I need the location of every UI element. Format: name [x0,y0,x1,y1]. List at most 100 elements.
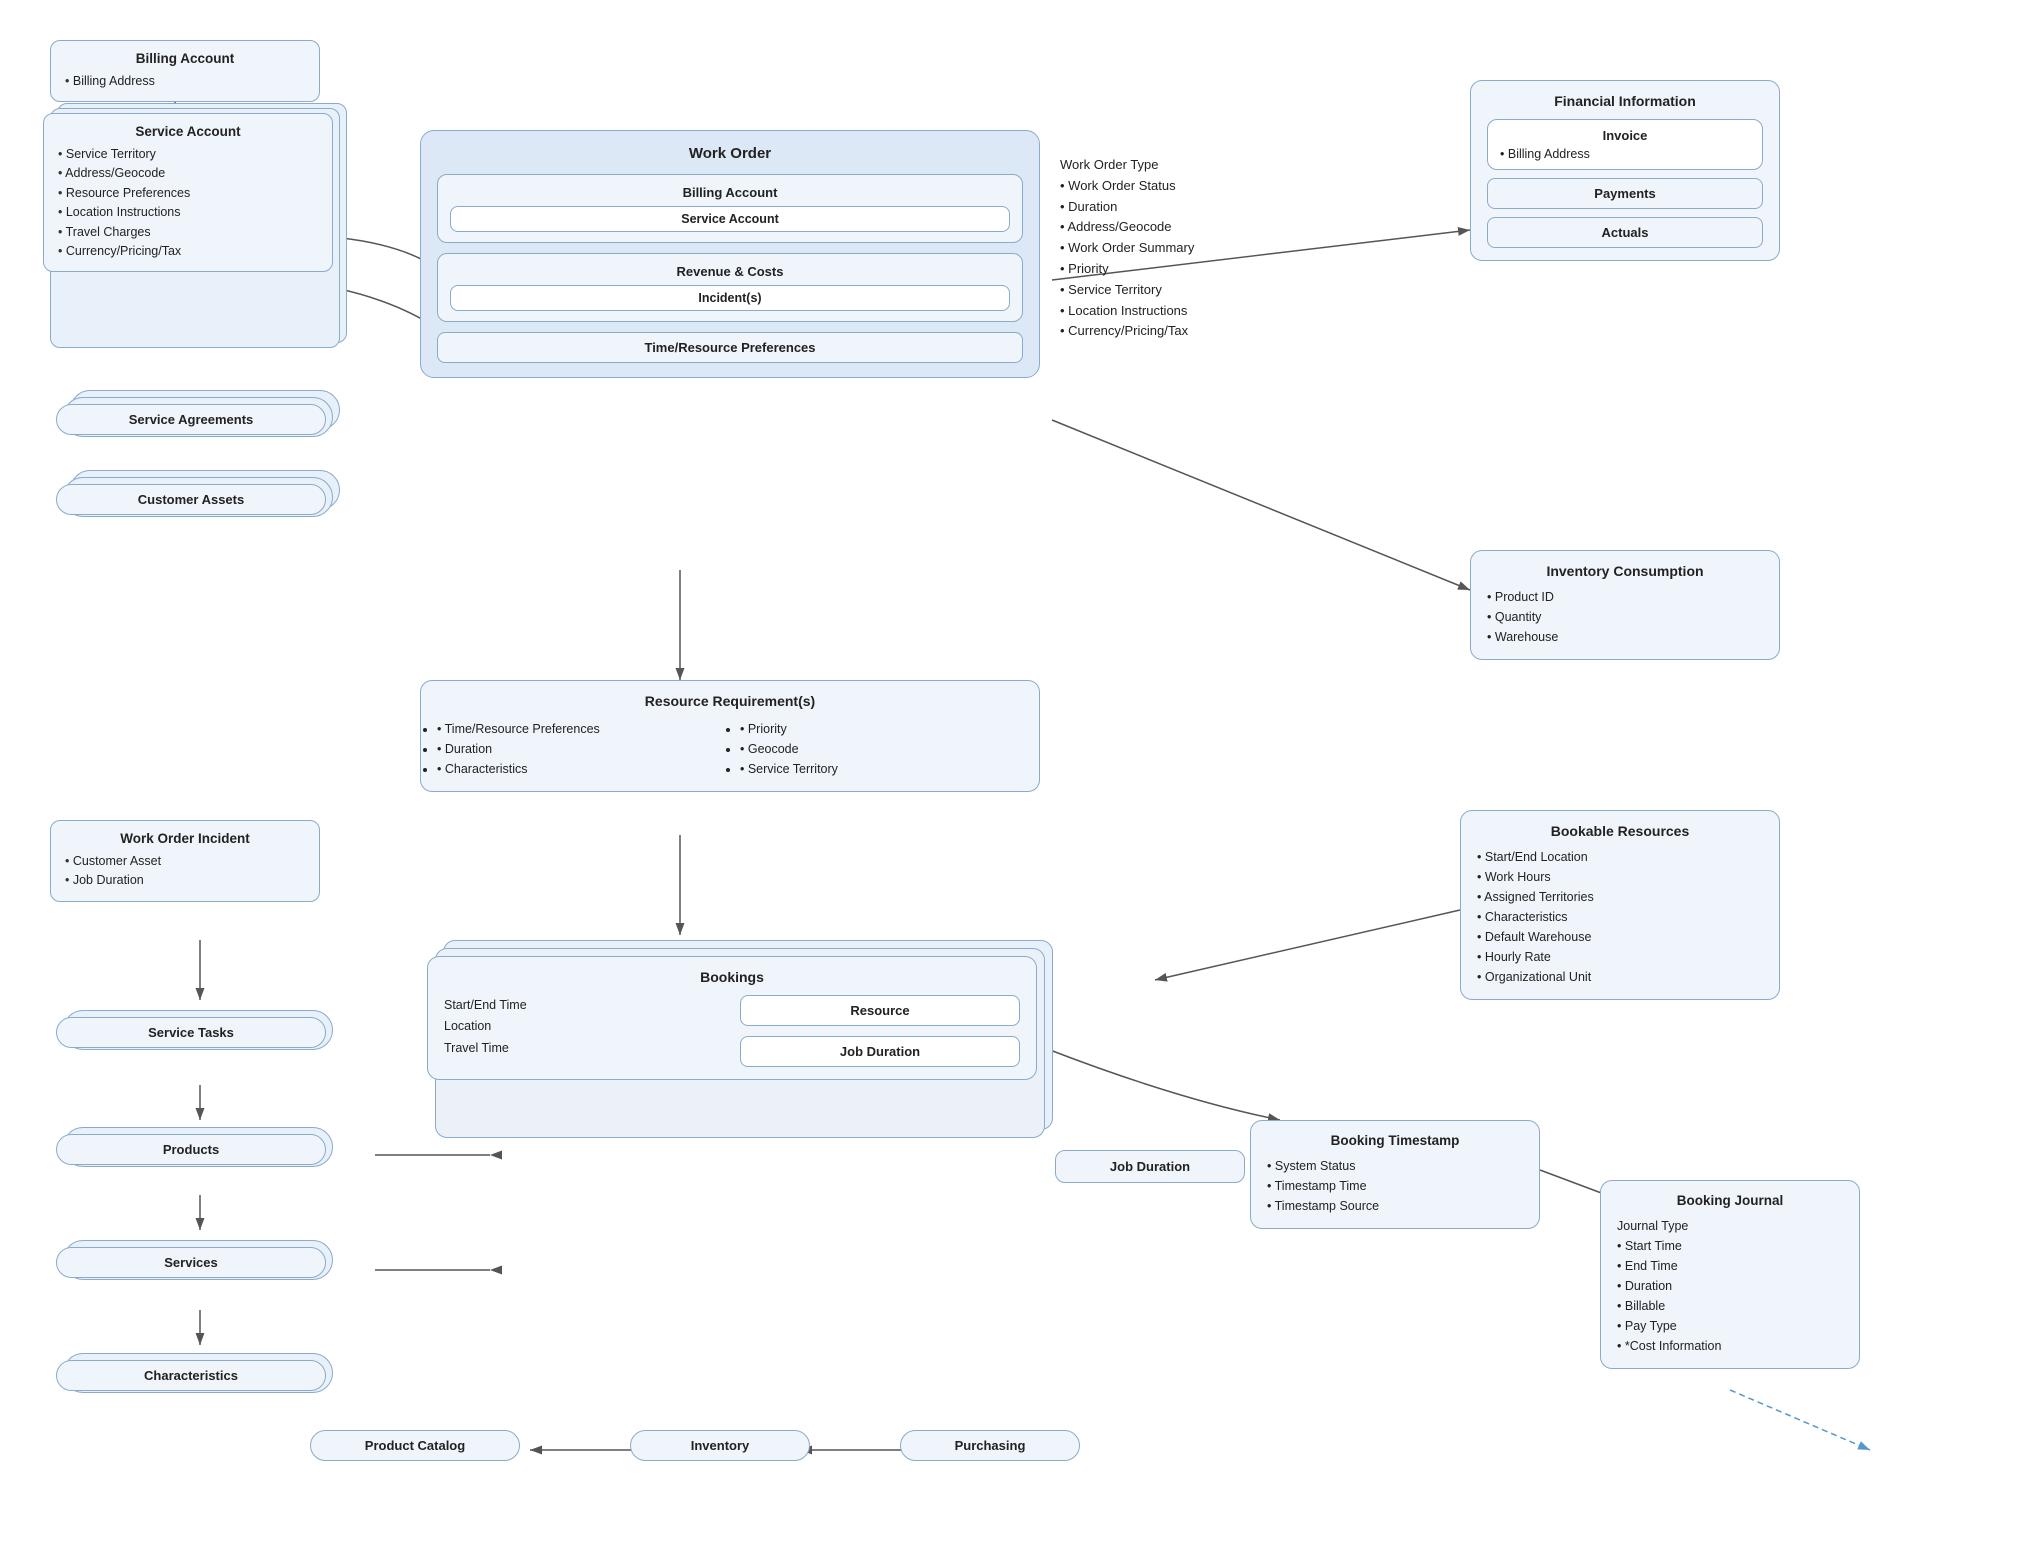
booking-timestamp-box: Booking Timestamp • System Status • Time… [1250,1120,1540,1229]
ic-item-1: • Quantity [1487,607,1763,627]
resource-requirements-box: Resource Requirement(s) • Time/Resource … [420,680,1040,792]
br-item-6: • Organizational Unit [1477,967,1763,987]
bookings-left-item-0: Start/End Time [444,995,724,1016]
inventory-consumption-box: Inventory Consumption • Product ID • Qua… [1470,550,1780,660]
rr-right-1: • Geocode [740,739,1023,759]
wo-attr-8: • Currency/Pricing/Tax [1060,321,1340,342]
rr-list-left: • Time/Resource Preferences • Duration •… [437,719,720,779]
booking-journal-title: Booking Journal [1617,1193,1843,1208]
service-tasks-pill: Service Tasks [56,1017,326,1048]
sa-item-2: Resource Preferences [58,184,318,203]
woi-item-1: Job Duration [65,871,305,890]
incidents-inner-label: Incident(s) [450,285,1010,311]
billing-account-top-item-0: Billing Address [65,72,305,91]
billing-account-top-title: Billing Account [65,51,305,66]
diagram: Billing Account Billing Address Service … [0,0,2034,1551]
work-order-outer-title: Work Order [437,145,1023,162]
service-account-box: Service Account Service Territory Addres… [43,113,333,272]
financial-information-box: Financial Information Invoice • Billing … [1470,80,1780,261]
products-pill: Products [56,1134,326,1165]
ic-item-0: • Product ID [1487,587,1763,607]
work-order-outer-box: Work Order Billing Account Service Accou… [420,130,1040,378]
rr-left-1: • Duration [437,739,720,759]
sa-item-1: Address/Geocode [58,164,318,183]
wo-attr-2: • Duration [1060,197,1340,218]
sa-item-3: Location Instructions [58,203,318,222]
billing-account-inner-box: Billing Account Service Account [437,174,1023,243]
work-order-incident-box: Work Order Incident Customer Asset Job D… [50,820,320,902]
bt-item-1: • Timestamp Time [1267,1176,1523,1196]
rr-right-0: • Priority [740,719,1023,739]
br-item-5: • Hourly Rate [1477,947,1763,967]
payments-label: Payments [1487,178,1763,209]
invoice-billing-address: • Billing Address [1500,147,1750,161]
bookable-resources-list: • Start/End Location • Work Hours • Assi… [1477,847,1763,987]
booking-timestamp-list: • System Status • Timestamp Time • Times… [1267,1156,1523,1216]
resource-requirements-cols: • Time/Resource Preferences • Duration •… [437,719,1023,779]
billing-account-top-box: Billing Account Billing Address [50,40,320,102]
service-agreements-pill: Service Agreements [56,404,326,435]
work-order-incident-title: Work Order Incident [65,831,305,846]
work-order-incident-list: Customer Asset Job Duration [65,852,305,891]
bj-item-0: Journal Type [1617,1216,1843,1236]
rr-list-right: • Priority • Geocode • Service Territory [740,719,1023,779]
rr-left-0: • Time/Resource Preferences [437,719,720,739]
revenue-costs-inner-label: Revenue & Costs [450,264,1010,279]
bookable-resources-title: Bookable Resources [1477,823,1763,839]
financial-information-title: Financial Information [1487,93,1763,109]
sa-item-0: Service Territory [58,145,318,164]
service-account-inner-label: Service Account [450,206,1010,232]
bj-item-4: • Billable [1617,1296,1843,1316]
bj-item-5: • Pay Type [1617,1316,1843,1336]
inventory-consumption-title: Inventory Consumption [1487,563,1763,579]
service-account-title: Service Account [58,124,318,139]
bookings-left-item-2: Travel Time [444,1038,724,1059]
bj-item-3: • Duration [1617,1276,1843,1296]
work-order-attrs-list: Work Order Type • Work Order Status • Du… [1060,155,1340,342]
booking-timestamp-title: Booking Timestamp [1267,1133,1523,1148]
work-order-attrs: Work Order Type • Work Order Status • Du… [1060,155,1340,342]
wo-attr-4: • Work Order Summary [1060,238,1340,259]
bt-item-2: • Timestamp Source [1267,1196,1523,1216]
br-item-0: • Start/End Location [1477,847,1763,867]
services-pill: Services [56,1247,326,1278]
ic-item-2: • Warehouse [1487,627,1763,647]
bookings-resource-label: Resource [740,995,1020,1026]
actuals-label: Actuals [1487,217,1763,248]
invoice-box: Invoice • Billing Address [1487,119,1763,170]
bookings-box: Bookings Start/End Time Location Travel … [427,956,1037,1080]
br-item-3: • Characteristics [1477,907,1763,927]
service-account-list: Service Territory Address/Geocode Resour… [58,145,318,261]
br-item-2: • Assigned Territories [1477,887,1763,907]
br-item-4: • Default Warehouse [1477,927,1763,947]
bj-item-6: • *Cost Information [1617,1336,1843,1356]
job-duration-standalone-box: Job Duration [1055,1150,1245,1183]
bookings-left-text: Start/End Time Location Travel Time [444,995,724,1059]
sa-item-5: Currency/Pricing/Tax [58,242,318,261]
resource-requirements-title: Resource Requirement(s) [437,693,1023,709]
woi-item-0: Customer Asset [65,852,305,871]
wo-attr-3: • Address/Geocode [1060,217,1340,238]
revenue-costs-inner-box: Revenue & Costs Incident(s) [437,253,1023,322]
bookings-right: Resource Job Duration [740,995,1020,1067]
booking-journal-box: Booking Journal Journal Type • Start Tim… [1600,1180,1860,1369]
inventory-consumption-list: • Product ID • Quantity • Warehouse [1487,587,1763,647]
bookings-job-duration-label: Job Duration [740,1036,1020,1067]
bookings-title: Bookings [444,969,1020,985]
bookable-resources-box: Bookable Resources • Start/End Location … [1460,810,1780,1000]
invoice-label: Invoice [1500,128,1750,143]
time-resource-inner-label: Time/Resource Preferences [437,332,1023,363]
billing-account-inner-label: Billing Account [450,185,1010,200]
bookings-left-item-1: Location [444,1016,724,1037]
job-duration-standalone-label: Job Duration [1068,1159,1232,1174]
bj-item-2: • End Time [1617,1256,1843,1276]
wo-attr-6: • Service Territory [1060,280,1340,301]
wo-attr-5: • Priority [1060,259,1340,280]
customer-assets-pill: Customer Assets [56,484,326,515]
purchasing-pill: Purchasing [900,1430,1080,1461]
bj-item-1: • Start Time [1617,1236,1843,1256]
characteristics-pill: Characteristics [56,1360,326,1391]
br-item-1: • Work Hours [1477,867,1763,887]
product-catalog-pill: Product Catalog [310,1430,520,1461]
bookings-content: Start/End Time Location Travel Time Reso… [444,995,1020,1067]
